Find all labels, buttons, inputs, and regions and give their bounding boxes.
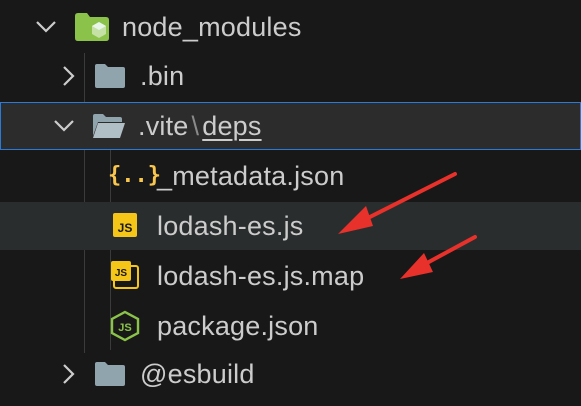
folder-icon <box>95 362 125 386</box>
svg-text:JS: JS <box>118 221 133 235</box>
folder-name: .vite <box>138 111 189 141</box>
tree-item-node-modules[interactable]: node_modules <box>0 3 581 51</box>
tree-item-vite-deps[interactable]: .vite \ deps <box>0 102 581 150</box>
node-modules-folder-icon <box>75 13 109 41</box>
js-map-file-icon: JS <box>111 261 139 289</box>
chevron-right-icon <box>63 66 75 86</box>
tree-item-label: package.json <box>157 311 319 341</box>
js-file-icon: JS <box>113 213 137 237</box>
folder-open-icon <box>93 114 125 138</box>
chevron-right-icon <box>63 364 75 384</box>
json-braces-icon: {..} <box>108 163 161 188</box>
file-explorer-tree: node_modules .bin .vite \ deps {..} _metad… <box>0 0 581 406</box>
tree-item-esbuild[interactable]: @esbuild <box>0 350 581 398</box>
tree-item-metadata-json[interactable]: {..} _metadata.json <box>0 152 581 200</box>
tree-item-bin[interactable]: .bin <box>0 52 581 100</box>
tree-item-label: _metadata.json <box>157 161 345 191</box>
tree-item-label: .bin <box>140 61 185 91</box>
path-separator: \ <box>191 111 200 141</box>
tree-item-lodash-es-js-map[interactable]: JS lodash-es.js.map <box>0 252 581 300</box>
tree-item-label: lodash-es.js <box>157 211 304 241</box>
chevron-down-icon <box>36 21 56 33</box>
tree-item-label: @esbuild <box>140 359 255 389</box>
svg-text:JS: JS <box>118 322 131 334</box>
compressed-folder-name[interactable]: deps <box>202 111 261 141</box>
folder-icon <box>95 64 125 88</box>
tree-item-lodash-es-js[interactable]: JS lodash-es.js <box>0 202 581 250</box>
node-js-icon: JS <box>110 310 140 342</box>
tree-item-label: .vite \ deps <box>138 110 262 142</box>
tree-item-label: lodash-es.js.map <box>157 261 365 291</box>
chevron-down-icon <box>54 120 74 132</box>
tree-item-package-json[interactable]: JS package.json <box>0 302 581 350</box>
svg-text:JS: JS <box>115 268 128 279</box>
tree-item-label: node_modules <box>122 12 302 42</box>
